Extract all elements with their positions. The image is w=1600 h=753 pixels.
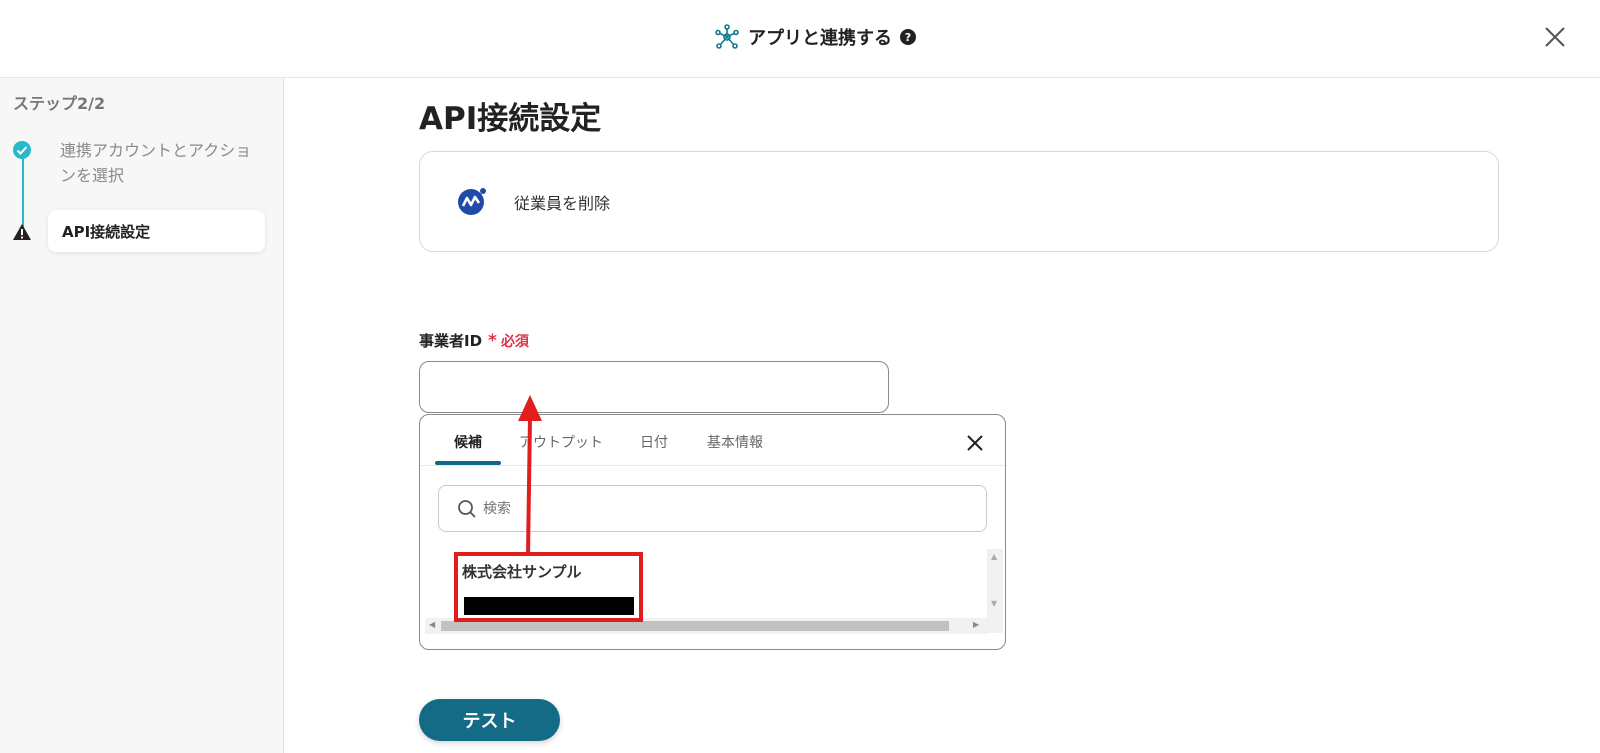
- scrollbar-thumb[interactable]: [441, 621, 949, 631]
- search-icon: [458, 500, 476, 518]
- scroll-down-icon[interactable]: ▼: [991, 599, 997, 608]
- header-title: アプリと連携する: [748, 28, 892, 49]
- business-id-input[interactable]: [419, 361, 889, 413]
- field-label-group: 事業者ID * 必須: [419, 330, 529, 351]
- annotation-arrow-icon: [518, 395, 542, 556]
- vertical-scrollbar[interactable]: ▲ ▼: [987, 549, 1003, 633]
- active-tab-indicator: [435, 461, 501, 465]
- scroll-up-icon[interactable]: ▲: [991, 552, 997, 561]
- annotation-highlight-box: [454, 552, 643, 622]
- required-star: *: [488, 330, 497, 351]
- close-icon[interactable]: [964, 432, 986, 454]
- sidebar-step-select-account[interactable]: 連携アカウントとアクションを選択: [60, 138, 260, 188]
- step-connector-line: [22, 152, 24, 232]
- action-card: 従業員を削除: [419, 151, 1499, 252]
- header-bar: アプリと連携する ?: [0, 0, 1600, 78]
- integration-icon: [715, 24, 739, 49]
- field-label: 事業者ID: [419, 332, 483, 350]
- warning-icon: [13, 224, 31, 240]
- sidebar-step-label: API接続設定: [62, 222, 151, 241]
- header-title-group: アプリと連携する ?: [714, 22, 916, 52]
- tab-date[interactable]: 日付: [640, 432, 668, 452]
- sidebar: ステップ2/2 連携アカウントとアクションを選択 API接続設定: [0, 78, 284, 753]
- page-title: API接続設定: [419, 101, 602, 137]
- required-badge: 必須: [500, 333, 529, 350]
- test-button[interactable]: テスト: [419, 699, 560, 741]
- action-name: 従業員を削除: [514, 194, 611, 213]
- help-icon[interactable]: ?: [900, 29, 916, 45]
- app-logo-icon: [458, 188, 486, 215]
- step-counter: ステップ2/2: [13, 94, 106, 113]
- scroll-right-icon[interactable]: ▶: [973, 620, 979, 629]
- sidebar-step-api-settings[interactable]: API接続設定: [48, 210, 265, 252]
- check-circle-icon: [13, 141, 31, 159]
- search-input[interactable]: [483, 496, 973, 522]
- tab-candidates[interactable]: 候補: [454, 432, 482, 452]
- scroll-left-icon[interactable]: ◀: [429, 620, 435, 629]
- close-icon[interactable]: [1540, 22, 1570, 52]
- tab-basic-info[interactable]: 基本情報: [707, 432, 763, 452]
